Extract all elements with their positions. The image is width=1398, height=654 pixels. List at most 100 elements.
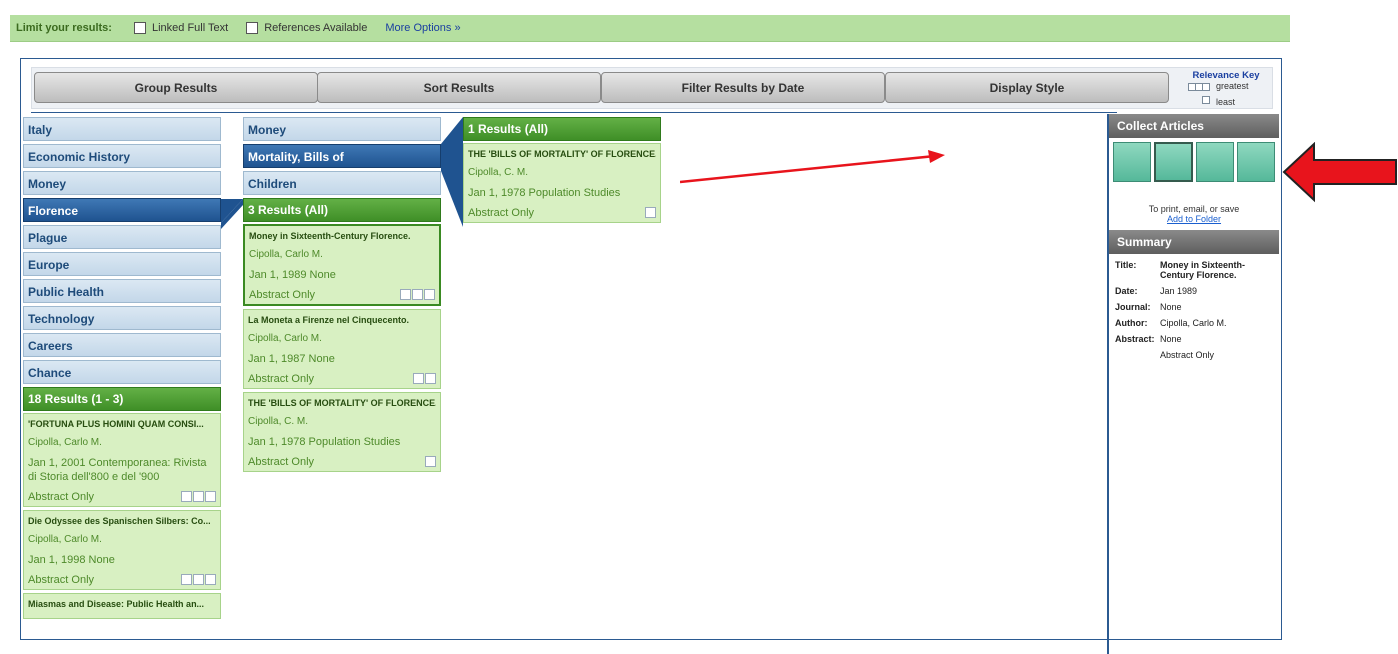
result-publication: Jan 1, 1989 None xyxy=(249,269,336,281)
collect-slot[interactable] xyxy=(1154,142,1193,182)
display-style-button[interactable]: Display Style xyxy=(885,72,1169,103)
group-results-button[interactable]: Group Results xyxy=(34,72,318,103)
sort-results-button[interactable]: Sort Results xyxy=(317,72,601,103)
result-abstract: Abstract Only xyxy=(248,373,315,385)
result-item[interactable]: THE 'BILLS OF MORTALITY' OF FLORENCE. Ci… xyxy=(463,143,661,223)
collect-slot[interactable] xyxy=(1236,142,1276,182)
summary-key: Abstract: xyxy=(1115,334,1155,344)
result-item[interactable]: 'FORTUNA PLUS HOMINI QUAM CONSI... Cipol… xyxy=(23,413,221,507)
relevance-key: Relevance Key greatest least xyxy=(1184,70,1268,107)
relevance-greatest-label: greatest xyxy=(1216,81,1249,91)
summary-key xyxy=(1115,350,1160,360)
relevance-indicator xyxy=(425,456,436,467)
result-author: Cipolla, Carlo M. xyxy=(248,333,322,344)
result-item[interactable]: THE 'BILLS OF MORTALITY' OF FLORENCE. Ci… xyxy=(243,392,441,472)
result-title[interactable]: Miasmas and Disease: Public Health an... xyxy=(28,598,216,610)
summary-key: Title: xyxy=(1115,260,1137,270)
folder-note: To print, email, or save Add to Folder xyxy=(1109,204,1279,224)
summary-date-value: Jan 1989 xyxy=(1160,286,1198,296)
limit-label: Limit your results: xyxy=(16,22,112,34)
relevance-least-label: least xyxy=(1216,97,1236,107)
category-mortality-bills-of[interactable]: Mortality, Bills of xyxy=(243,144,441,168)
relevance-indicator xyxy=(645,207,656,218)
results-header[interactable]: 3 Results (All) xyxy=(243,198,441,222)
collect-slot[interactable] xyxy=(1113,142,1152,182)
results-column-3: 1 Results (All) THE 'BILLS OF MORTALITY'… xyxy=(463,117,661,226)
result-publication: Jan 1, 1978 Population Studies xyxy=(248,436,401,448)
references-available-option[interactable]: References Available xyxy=(246,22,367,34)
results-header[interactable]: 1 Results (All) xyxy=(463,117,661,141)
result-publication: Jan 1, 1998 None xyxy=(28,554,115,566)
summary-key: Date: xyxy=(1115,286,1138,296)
result-author: Cipolla, Carlo M. xyxy=(28,534,102,545)
result-title[interactable]: THE 'BILLS OF MORTALITY' OF FLORENCE. xyxy=(248,397,436,409)
collect-slots xyxy=(1109,138,1279,184)
collect-slot[interactable] xyxy=(1195,142,1234,182)
relevance-indicator xyxy=(413,373,436,384)
annotation-arrow-bold xyxy=(1282,142,1397,203)
category-column-1: Italy Economic History Money Florence Pl… xyxy=(23,117,221,622)
result-title[interactable]: Die Odyssee des Spanischen Silbers: Co..… xyxy=(28,515,216,527)
selection-connector xyxy=(441,117,463,227)
summary-journal-value: None xyxy=(1160,302,1182,312)
category-economic-history[interactable]: Economic History xyxy=(23,144,221,168)
right-panel: Collect Articles To print, email, or sav… xyxy=(1107,114,1279,654)
result-title[interactable]: La Moneta a Firenze nel Cinquecento. xyxy=(248,314,436,326)
annotation-arrow-thin xyxy=(680,150,945,184)
result-title[interactable]: 'FORTUNA PLUS HOMINI QUAM CONSI... xyxy=(28,418,216,430)
result-publication: Jan 1, 1987 None xyxy=(248,353,335,365)
summary-body: Title: Money in Sixteenth-Century Florenc… xyxy=(1109,254,1279,372)
category-florence[interactable]: Florence xyxy=(23,198,221,222)
category-europe[interactable]: Europe xyxy=(23,252,221,276)
category-children[interactable]: Children xyxy=(243,171,441,195)
category-money[interactable]: Money xyxy=(243,117,441,141)
category-column-2: Money Mortality, Bills of Children 3 Res… xyxy=(243,117,441,475)
relevance-key-icon xyxy=(1202,83,1210,91)
add-to-folder-link[interactable]: Add to Folder xyxy=(1109,214,1279,224)
summary-header: Summary xyxy=(1109,230,1279,254)
summary-key: Journal: xyxy=(1115,302,1151,312)
folder-note-text: To print, email, or save xyxy=(1148,204,1240,214)
linked-full-text-option[interactable]: Linked Full Text xyxy=(133,22,229,34)
result-abstract: Abstract Only xyxy=(468,207,535,219)
linked-full-text-label: Linked Full Text xyxy=(151,22,229,34)
result-author: Cipolla, C. M. xyxy=(248,416,309,427)
results-header[interactable]: 18 Results (1 - 3) xyxy=(23,387,221,411)
summary-key: Author: xyxy=(1115,318,1148,328)
result-author: Cipolla, Carlo M. xyxy=(28,437,102,448)
result-item[interactable]: Money in Sixteenth-Century Florence. Cip… xyxy=(243,224,441,306)
result-title[interactable]: Money in Sixteenth-Century Florence. xyxy=(249,230,435,242)
relevance-key-icon xyxy=(1202,96,1210,104)
toolbar: Group Results Sort Results Filter Result… xyxy=(31,67,1273,109)
result-item[interactable]: Die Odyssee des Spanischen Silbers: Co..… xyxy=(23,510,221,590)
summary-title-value: Money in Sixteenth-Century Florence. xyxy=(1160,260,1246,280)
selection-connector xyxy=(221,199,243,229)
result-publication: Jan 1, 1978 Population Studies xyxy=(468,187,621,199)
category-public-health[interactable]: Public Health xyxy=(23,279,221,303)
result-item[interactable]: La Moneta a Firenze nel Cinquecento. Cip… xyxy=(243,309,441,389)
summary-abstract-value: None xyxy=(1160,334,1182,344)
references-available-checkbox[interactable] xyxy=(246,22,259,34)
more-options-link[interactable]: More Options » xyxy=(385,22,460,34)
result-author: Cipolla, C. M. xyxy=(468,167,529,178)
toolbar-divider xyxy=(31,112,1117,113)
category-chance[interactable]: Chance xyxy=(23,360,221,384)
collect-articles-header: Collect Articles xyxy=(1109,114,1279,138)
result-item[interactable]: Miasmas and Disease: Public Health an... xyxy=(23,593,221,619)
linked-full-text-checkbox[interactable] xyxy=(133,22,146,34)
category-careers[interactable]: Careers xyxy=(23,333,221,357)
result-title[interactable]: THE 'BILLS OF MORTALITY' OF FLORENCE. xyxy=(468,148,656,160)
category-plague[interactable]: Plague xyxy=(23,225,221,249)
summary-author-value: Cipolla, Carlo M. xyxy=(1160,318,1227,328)
summary-abstract-type: Abstract Only xyxy=(1160,350,1215,360)
category-italy[interactable]: Italy xyxy=(23,117,221,141)
results-frame: Group Results Sort Results Filter Result… xyxy=(20,58,1282,654)
result-author: Cipolla, Carlo M. xyxy=(249,249,323,260)
relevance-indicator xyxy=(181,491,216,502)
relevance-key-title: Relevance Key xyxy=(1192,70,1260,81)
category-money[interactable]: Money xyxy=(23,171,221,195)
category-technology[interactable]: Technology xyxy=(23,306,221,330)
relevance-indicator xyxy=(181,574,216,585)
filter-by-date-button[interactable]: Filter Results by Date xyxy=(601,72,885,103)
result-abstract: Abstract Only xyxy=(248,456,315,468)
